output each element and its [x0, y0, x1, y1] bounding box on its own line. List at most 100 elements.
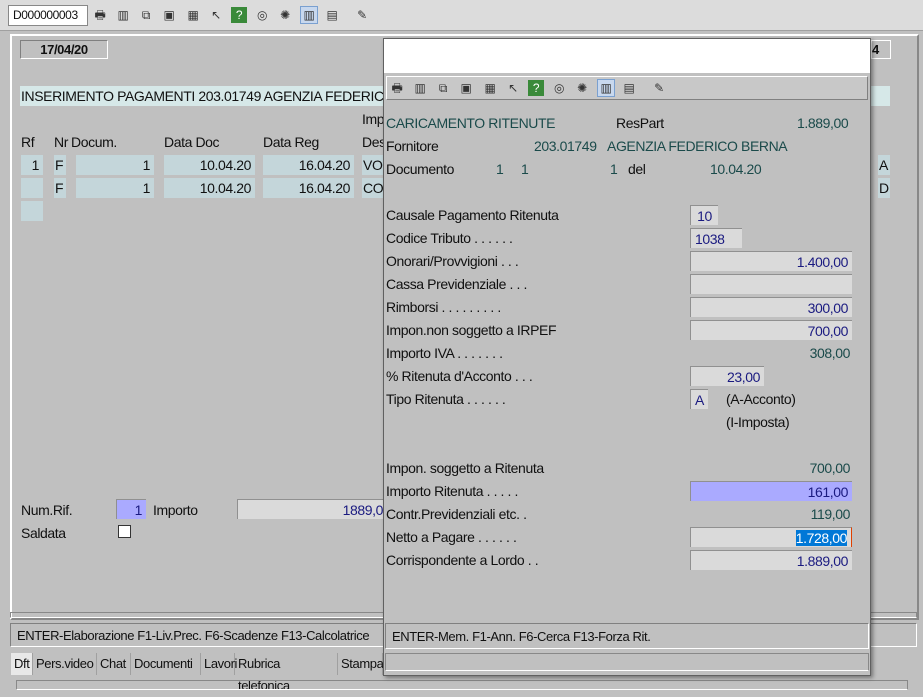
- documento-label: Documento: [386, 161, 454, 177]
- row-right[interactable]: A: [878, 155, 890, 175]
- num-rif-field[interactable]: 1: [116, 499, 146, 519]
- save-icon[interactable]: ▣: [458, 80, 474, 96]
- field-value[interactable]: [690, 274, 852, 294]
- network-icon[interactable]: ✺: [574, 80, 590, 96]
- field-value[interactable]: 1.889,00: [690, 550, 852, 570]
- row-rf[interactable]: 1: [21, 155, 43, 175]
- row-des[interactable]: CON: [362, 178, 393, 198]
- tab-documenti[interactable]: Documenti: [131, 653, 201, 675]
- field-label: Onorari/Provvigioni . . .: [386, 253, 519, 269]
- dialog-message-bar: [385, 653, 869, 671]
- field-label: Impon. soggetto a Ritenuta: [386, 460, 544, 476]
- row-rf[interactable]: [21, 178, 43, 198]
- field-value[interactable]: 700,00: [690, 320, 852, 340]
- document-id-field[interactable]: D000000003: [8, 5, 88, 26]
- tab-pers-video[interactable]: Pers.video: [33, 653, 97, 675]
- selected-text: 1.728,00: [795, 530, 847, 546]
- printer-icon[interactable]: 🖶: [389, 80, 405, 96]
- doc-date: 10.04.20: [710, 161, 762, 177]
- help-pointer-icon[interactable]: ↖: [505, 80, 521, 96]
- field-value[interactable]: 1.728,00: [690, 527, 852, 547]
- edit-icon[interactable]: ✎: [651, 80, 667, 96]
- field-value: 700,00: [809, 460, 851, 476]
- header-docum: Docum.: [71, 134, 117, 150]
- bottom-scroll[interactable]: [16, 680, 908, 690]
- grid-icon[interactable]: ▦: [185, 7, 201, 23]
- field-label: % Ritenuta d'Acconto . . .: [386, 368, 533, 384]
- field-value[interactable]: 300,00: [690, 297, 852, 317]
- field-value[interactable]: A: [690, 389, 708, 409]
- color-icon[interactable]: ◎: [551, 80, 567, 96]
- tab-chat[interactable]: Chat: [97, 653, 131, 675]
- printer-icon[interactable]: 🖶: [92, 7, 108, 23]
- empty-row-cell[interactable]: [21, 201, 43, 221]
- row-docum[interactable]: 1: [76, 178, 154, 198]
- tipo-a-hint: (A-Acconto): [726, 391, 796, 407]
- field-value[interactable]: 23,00: [690, 366, 764, 386]
- tab-dft[interactable]: Dft: [11, 653, 33, 675]
- respart-value: 1.889,00: [797, 115, 849, 131]
- edit-icon[interactable]: ✎: [354, 7, 370, 23]
- doc-a: 1: [496, 161, 504, 177]
- saldata-label: Saldata: [21, 525, 66, 541]
- title-bar-extension: [870, 86, 890, 106]
- saldata-checkbox[interactable]: [118, 525, 131, 538]
- field-label: Codice Tributo . . . . . .: [386, 230, 513, 246]
- header-data-doc: Data Doc: [164, 134, 220, 150]
- fornitore-name: AGENZIA FEDERICO BERNA: [607, 138, 788, 154]
- help-pointer-icon[interactable]: ↖: [208, 7, 224, 23]
- field-value[interactable]: 1.400,00: [690, 251, 852, 271]
- row-data-reg[interactable]: 16.04.20: [263, 178, 354, 198]
- grid-icon[interactable]: ▦: [482, 80, 498, 96]
- row-type[interactable]: F: [54, 178, 66, 198]
- tipo-i-hint: (I-Imposta): [726, 414, 790, 430]
- report-icon[interactable]: ▤: [324, 7, 340, 23]
- field-value[interactable]: 161,00: [690, 481, 852, 501]
- right-number: 4: [871, 40, 891, 59]
- field-label: Tipo Ritenuta . . . . . .: [386, 391, 506, 407]
- field-value[interactable]: 1038: [690, 228, 742, 248]
- save-icon[interactable]: ▣: [161, 7, 177, 23]
- network-icon[interactable]: ✺: [277, 7, 293, 23]
- copy-icon[interactable]: ⧉: [435, 80, 451, 96]
- color-icon[interactable]: ◎: [254, 7, 270, 23]
- row-data-reg[interactable]: 16.04.20: [263, 155, 354, 175]
- field-label: Impon.non soggetto a IRPEF: [386, 322, 557, 338]
- chart-selected-icon[interactable]: ▥: [597, 79, 615, 97]
- tab-rubrica-telefonica[interactable]: Rubrica telefonica: [235, 653, 338, 693]
- row-data-doc[interactable]: 10.04.20: [164, 178, 255, 198]
- del-label: del: [628, 161, 646, 177]
- row-right[interactable]: D: [878, 178, 890, 198]
- respart-label: ResPart: [616, 115, 664, 131]
- header-data-reg: Data Reg: [263, 134, 319, 150]
- row-docum[interactable]: 1: [76, 155, 154, 175]
- report-icon[interactable]: ▤: [621, 80, 637, 96]
- field-label: Importo IVA . . . . . . .: [386, 345, 503, 361]
- header-nr: Nr: [54, 134, 68, 150]
- row-type[interactable]: F: [54, 155, 66, 175]
- chart-selected-icon[interactable]: ▥: [300, 6, 318, 24]
- row-data-doc[interactable]: 10.04.20: [164, 155, 255, 175]
- field-label: Netto a Pagare . . . . . .: [386, 529, 517, 545]
- doc-c: 1: [610, 161, 618, 177]
- field-label: Rimborsi . . . . . . . . .: [386, 299, 501, 315]
- row-des[interactable]: VOS: [362, 155, 392, 175]
- field-value: 119,00: [810, 506, 851, 522]
- field-value[interactable]: 10: [690, 205, 718, 225]
- chart-icon[interactable]: ▥: [115, 7, 131, 23]
- field-label: Importo Ritenuta . . . . .: [386, 483, 518, 499]
- copy-icon[interactable]: ⧉: [138, 7, 154, 23]
- field-value: 308,00: [809, 345, 851, 361]
- chart-icon[interactable]: ▥: [412, 80, 428, 96]
- help-icon[interactable]: ?: [231, 7, 247, 23]
- header-rf: Rf: [21, 134, 35, 150]
- importo-field[interactable]: 1889,0: [237, 499, 387, 519]
- tab-stampa[interactable]: Stampa: [338, 653, 384, 675]
- num-rif-label: Num.Rif.: [21, 502, 73, 518]
- help-icon[interactable]: ?: [528, 80, 544, 96]
- ritenute-dialog: 🖶 ▥ ⧉ ▣ ▦ ↖? ◎ ✺ ▥ ▤ ✎ CARICAMENTO RITENUTE ResPar…: [383, 38, 871, 676]
- fornitore-label: Fornitore: [386, 138, 439, 154]
- importo-label: Importo: [153, 502, 198, 518]
- tab-lavori[interactable]: Lavori: [201, 653, 237, 675]
- doc-b: 1: [521, 161, 529, 177]
